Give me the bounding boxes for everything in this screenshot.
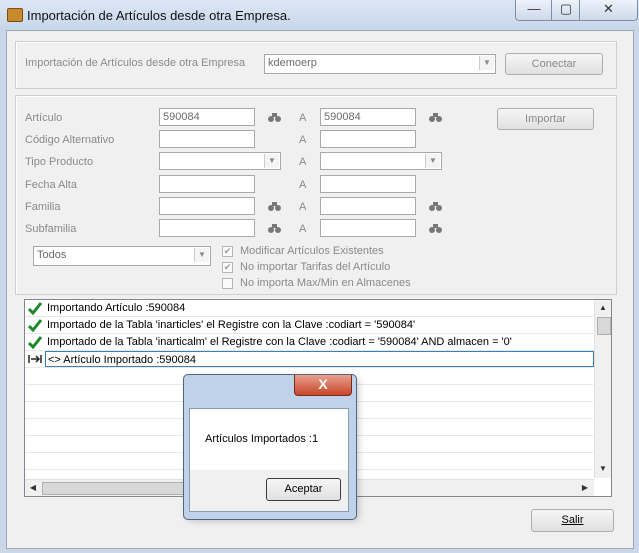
connect-button[interactable]: Conectar	[505, 53, 603, 75]
tarifas-label: No importar Tarifas del Artículo	[240, 261, 391, 273]
filters-group: Importar Artículo 590084 A 590084 Código…	[15, 95, 617, 295]
dialog-body: Artículos Importados :1 Aceptar	[189, 408, 349, 512]
articulo-to-input[interactable]: 590084	[320, 108, 416, 126]
dialog-close-button[interactable]: X	[294, 375, 352, 396]
binoculars-icon[interactable]	[428, 200, 444, 212]
scroll-down-icon[interactable]: ▼	[596, 462, 610, 476]
log-text: Importado de la Tabla 'inarticles' el Re…	[47, 319, 416, 331]
log-text: <> Artículo Importado :590084	[45, 351, 594, 367]
tipo-to-select[interactable]: ▼	[320, 152, 442, 170]
articulo-from-input[interactable]: 590084	[159, 108, 255, 126]
range-sep: A	[299, 201, 307, 213]
chevron-down-icon[interactable]: ▼	[425, 154, 440, 168]
import-button[interactable]: Importar	[497, 108, 594, 130]
binoculars-icon[interactable]	[428, 222, 444, 234]
scroll-left-icon[interactable]: ◀	[26, 481, 40, 495]
chevron-down-icon[interactable]: ▼	[194, 248, 209, 262]
close-button[interactable]: ✕	[579, 0, 638, 21]
minimize-button[interactable]: —	[515, 0, 553, 21]
tipo-label: Tipo Producto	[25, 156, 94, 168]
company-group: Importación de Artículos desde otra Empr…	[15, 41, 617, 89]
scroll-thumb[interactable]	[597, 317, 611, 335]
log-text: Importando Artículo :590084	[47, 302, 186, 314]
ok-button[interactable]: Aceptar	[266, 478, 341, 501]
arrows-icon	[28, 355, 42, 363]
subfamilia-label: Subfamilia	[25, 223, 77, 235]
maxmin-checkbox[interactable]	[222, 278, 233, 289]
binoculars-icon[interactable]	[267, 111, 283, 123]
range-sep: A	[299, 223, 307, 235]
check-icon	[28, 302, 42, 315]
company-select[interactable]: kdemoerp ▼	[264, 54, 496, 74]
application-window: Importación de Artículos desde otra Empr…	[0, 0, 639, 553]
scroll-up-icon[interactable]: ▲	[596, 301, 610, 315]
range-sep: A	[299, 112, 307, 124]
fecha-to-input[interactable]	[320, 175, 416, 193]
maximize-button[interactable]: ▢	[551, 0, 581, 21]
tarifas-checkbox[interactable]: ✔	[222, 262, 233, 273]
company-value: kdemoerp	[268, 57, 317, 69]
app-icon	[7, 8, 23, 22]
binoculars-icon[interactable]	[267, 222, 283, 234]
articulo-label: Artículo	[25, 112, 63, 124]
dialog-message: Artículos Importados :1	[205, 433, 319, 445]
modificar-label: Modificar Artículos Existentes	[240, 245, 384, 257]
exit-button[interactable]: Salir	[531, 509, 614, 532]
familia-label: Familia	[25, 201, 61, 213]
list-item[interactable]: Importado de la Tabla 'inarticalm' el Re…	[25, 334, 593, 351]
scroll-right-icon[interactable]: ▶	[578, 481, 592, 495]
fecha-label: Fecha Alta	[25, 179, 77, 191]
fecha-from-input[interactable]	[159, 175, 255, 193]
scope-select[interactable]: Todos ▼	[33, 246, 211, 266]
list-item[interactable]: Importando Artículo :590084	[25, 300, 593, 317]
company-label: Importación de Artículos desde otra Empr…	[25, 57, 246, 69]
modificar-checkbox[interactable]: ✔	[222, 246, 233, 257]
window-title: Importación de Artículos desde otra Empr…	[27, 8, 291, 23]
codigo-from-input[interactable]	[159, 130, 255, 148]
familia-to-input[interactable]	[320, 197, 416, 215]
binoculars-icon[interactable]	[267, 200, 283, 212]
list-item[interactable]: Importado de la Tabla 'inarticles' el Re…	[25, 317, 593, 334]
result-dialog: X Artículos Importados :1 Aceptar	[183, 374, 357, 520]
log-text: Importado de la Tabla 'inarticalm' el Re…	[47, 336, 512, 348]
tipo-from-select[interactable]: ▼	[159, 152, 281, 170]
codigo-to-input[interactable]	[320, 130, 416, 148]
check-icon	[28, 336, 42, 349]
scroll-thumb[interactable]	[42, 482, 184, 495]
range-sep: A	[299, 156, 307, 168]
list-item[interactable]: <> Artículo Importado :590084	[25, 351, 594, 368]
chevron-down-icon[interactable]: ▼	[264, 154, 279, 168]
binoculars-icon[interactable]	[428, 111, 444, 123]
check-icon	[28, 319, 42, 332]
range-sep: A	[299, 179, 307, 191]
maxmin-label: No importa Max/Min en Almacenes	[240, 277, 411, 289]
dialog-message-area: Artículos Importados :1	[190, 409, 348, 470]
chevron-down-icon[interactable]: ▼	[479, 56, 494, 70]
subfamilia-to-input[interactable]	[320, 219, 416, 237]
scope-value: Todos	[37, 249, 67, 261]
range-sep: A	[299, 134, 307, 146]
familia-from-input[interactable]	[159, 197, 255, 215]
codigo-label: Código Alternativo	[25, 134, 115, 146]
subfamilia-from-input[interactable]	[159, 219, 255, 237]
vertical-scrollbar[interactable]: ▲ ▼	[594, 300, 611, 478]
